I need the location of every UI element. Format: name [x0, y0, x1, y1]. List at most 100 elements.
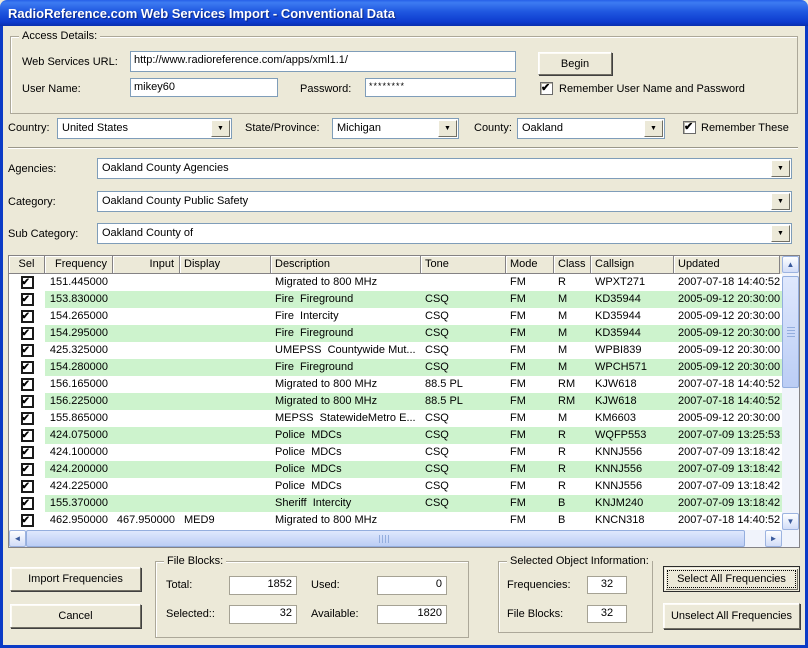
scroll-up-icon[interactable]: ▲ [782, 256, 799, 273]
cell-callsign: WPXT271 [591, 274, 674, 291]
user-name-input[interactable]: mikey60 [130, 78, 278, 97]
row-select-checkbox[interactable] [21, 378, 34, 391]
row-select-checkbox[interactable] [21, 480, 34, 493]
cell-sel [9, 427, 45, 444]
remember-these-label: Remember These [701, 122, 789, 134]
scroll-down-icon[interactable]: ▼ [782, 513, 799, 530]
select-all-frequencies-button[interactable]: Select All Frequencies [663, 566, 800, 592]
row-select-checkbox[interactable] [21, 276, 34, 289]
cell-updated: 2007-07-09 13:25:53 [674, 427, 780, 444]
cell-display [180, 308, 271, 325]
table-row[interactable]: 425.325000UMEPSS Countywide Mut...CSQFMM… [9, 342, 782, 359]
row-select-checkbox[interactable] [21, 293, 34, 306]
category-select[interactable]: Oakland County Public Safety ▼ [97, 191, 792, 212]
column-header-updated[interactable]: Updated [674, 256, 780, 274]
column-header-class[interactable]: Class [554, 256, 591, 274]
cell-updated: 2007-07-09 13:18:42 [674, 444, 780, 461]
horizontal-scrollbar[interactable]: ◄ ► [9, 530, 782, 547]
chevron-down-icon[interactable]: ▼ [771, 160, 790, 177]
agencies-select[interactable]: Oakland County Agencies ▼ [97, 158, 792, 179]
cell-description: Fire Fireground [271, 359, 421, 376]
cell-frequency: 154.265000 [45, 308, 113, 325]
table-row[interactable]: 153.830000Fire FiregroundCSQFMMKD3594420… [9, 291, 782, 308]
cell-class: R [554, 427, 591, 444]
remember-these-checkbox[interactable] [683, 121, 696, 134]
cell-input [113, 393, 180, 410]
column-header-tone[interactable]: Tone [421, 256, 506, 274]
title-bar[interactable]: RadioReference.com Web Services Import -… [0, 0, 808, 26]
table-row[interactable]: 154.280000Fire FiregroundCSQFMMWPCH57120… [9, 359, 782, 376]
scroll-right-icon[interactable]: ► [765, 530, 782, 547]
cell-class: M [554, 291, 591, 308]
agencies-label: Agencies: [8, 163, 56, 175]
web-services-url-input[interactable]: http://www.radioreference.com/apps/xml1.… [130, 51, 516, 72]
cell-mode: FM [506, 376, 554, 393]
cell-display [180, 461, 271, 478]
remember-credentials-checkbox[interactable] [540, 82, 553, 95]
cell-sel [9, 376, 45, 393]
row-select-checkbox[interactable] [21, 412, 34, 425]
cell-updated: 2007-07-09 13:18:42 [674, 495, 780, 512]
cell-description: Fire Fireground [271, 291, 421, 308]
table-row[interactable]: 424.225000Police MDCsCSQFMRKNNJ5562007-0… [9, 478, 782, 495]
row-select-checkbox[interactable] [21, 446, 34, 459]
password-input[interactable]: ******** [365, 78, 516, 97]
vertical-scrollbar[interactable]: ▲ ▼ [782, 256, 799, 530]
column-header-callsign[interactable]: Callsign [591, 256, 674, 274]
table-row[interactable]: 154.295000Fire FiregroundCSQFMMKD3594420… [9, 325, 782, 342]
horizontal-scrollbar-thumb[interactable] [26, 530, 745, 547]
scroll-left-icon[interactable]: ◄ [9, 530, 26, 547]
column-header-sel[interactable]: Sel [9, 256, 45, 274]
table-row[interactable]: 154.265000Fire IntercityCSQFMMKD35944200… [9, 308, 782, 325]
table-row[interactable]: 462.950000467.950000MED9Migrated to 800 … [9, 512, 782, 529]
used-value: 0 [377, 576, 447, 595]
table-row[interactable]: 424.075000Police MDCsCSQFMRWQFP5532007-0… [9, 427, 782, 444]
begin-button[interactable]: Begin [538, 52, 612, 75]
table-row[interactable]: 155.370000Sheriff IntercityCSQFMBKNJM240… [9, 495, 782, 512]
cancel-button[interactable]: Cancel [10, 604, 141, 628]
cell-tone: CSQ [421, 359, 506, 376]
country-select[interactable]: United States ▼ [57, 118, 232, 139]
column-header-description[interactable]: Description [271, 256, 421, 274]
row-select-checkbox[interactable] [21, 310, 34, 323]
row-select-checkbox[interactable] [21, 514, 34, 527]
cell-class: RM [554, 376, 591, 393]
sub-category-select[interactable]: Oakland County of ▼ [97, 223, 792, 244]
chevron-down-icon[interactable]: ▼ [644, 120, 663, 137]
county-select[interactable]: Oakland ▼ [517, 118, 665, 139]
chevron-down-icon[interactable]: ▼ [211, 120, 230, 137]
vertical-scrollbar-thumb[interactable] [782, 276, 799, 388]
chevron-down-icon[interactable]: ▼ [771, 225, 790, 242]
cell-input [113, 342, 180, 359]
state-province-select[interactable]: Michigan ▼ [332, 118, 459, 139]
cell-tone: CSQ [421, 410, 506, 427]
table-row[interactable]: 155.865000MEPSS StatewideMetro E...CSQFM… [9, 410, 782, 427]
column-header-frequency[interactable]: Frequency [45, 256, 113, 274]
row-select-checkbox[interactable] [21, 327, 34, 340]
unselect-all-frequencies-button[interactable]: Unselect All Frequencies [663, 603, 800, 629]
cell-callsign: WPCH571 [591, 359, 674, 376]
row-select-checkbox[interactable] [21, 344, 34, 357]
cell-updated: 2007-07-09 13:18:42 [674, 461, 780, 478]
table-row[interactable]: 151.445000Migrated to 800 MHzFMRWPXT2712… [9, 274, 782, 291]
row-select-checkbox[interactable] [21, 361, 34, 374]
cell-updated: 2005-09-12 20:30:00 [674, 359, 780, 376]
table-row[interactable]: 424.100000Police MDCsCSQFMRKNNJ5562007-0… [9, 444, 782, 461]
row-select-checkbox[interactable] [21, 463, 34, 476]
cell-description: MEPSS StatewideMetro E... [271, 410, 421, 427]
table-row[interactable]: 156.165000Migrated to 800 MHz88.5 PLFMRM… [9, 376, 782, 393]
row-select-checkbox[interactable] [21, 429, 34, 442]
row-select-checkbox[interactable] [21, 395, 34, 408]
user-name-label: User Name: [22, 83, 81, 95]
column-header-display[interactable]: Display [180, 256, 271, 274]
table-row[interactable]: 156.225000Migrated to 800 MHz88.5 PLFMRM… [9, 393, 782, 410]
table-row[interactable]: 424.200000Police MDCsCSQFMRKNNJ5562007-0… [9, 461, 782, 478]
import-frequencies-button[interactable]: Import Frequencies [10, 567, 141, 591]
chevron-down-icon[interactable]: ▼ [771, 193, 790, 210]
column-header-input[interactable]: Input [113, 256, 180, 274]
chevron-down-icon[interactable]: ▼ [438, 120, 457, 137]
column-header-mode[interactable]: Mode [506, 256, 554, 274]
selected-value: 32 [229, 605, 297, 624]
cell-description: UMEPSS Countywide Mut... [271, 342, 421, 359]
row-select-checkbox[interactable] [21, 497, 34, 510]
